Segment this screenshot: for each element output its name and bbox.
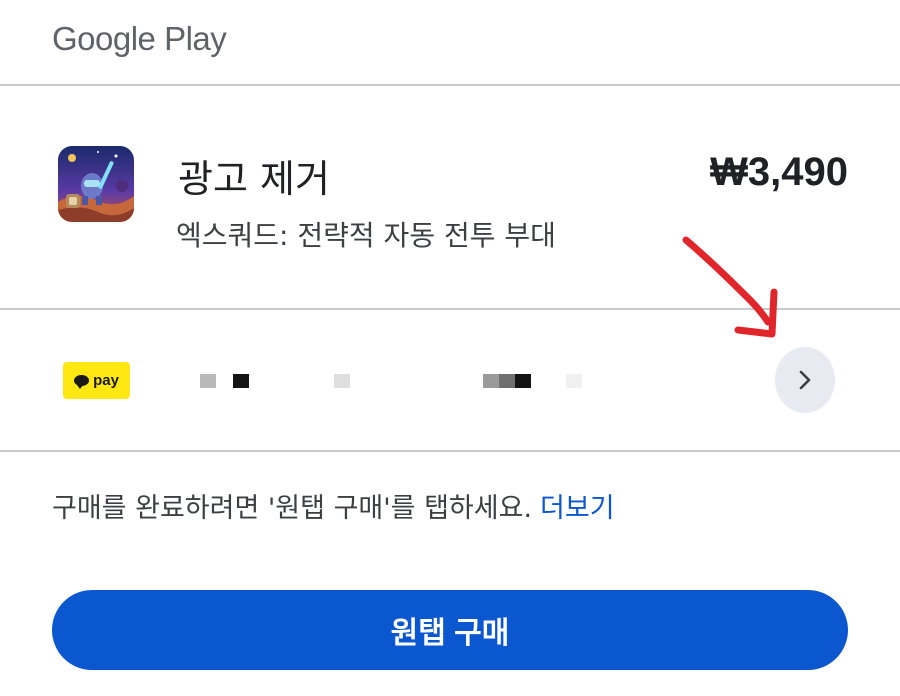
purchase-notice: 구매를 완료하려면 '원탭 구매'를 탭하세요. 더보기 [52,486,615,525]
item-summary: 광고 제거 엑스쿼드: 전략적 자동 전투 부대 ₩3,490 [0,86,900,310]
one-tap-buy-button[interactable]: 원탭 구매 [52,590,848,670]
item-app-name: 엑스쿼드: 전략적 자동 전투 부대 [176,219,556,252]
purchase-dialog: Google Play 광고 제거 엑스쿼드: 전략적 자동 전투 부대 ₩3,… [0,0,900,696]
item-price: ₩3,490 [710,150,848,194]
learn-more-link[interactable]: 더보기 [540,493,615,524]
masked-account-detail [483,374,499,388]
notice-text: 구매를 완료하려면 '원탭 구매'를 탭하세요. [52,493,533,524]
dialog-header: Google Play [0,0,900,86]
chat-bubble-icon [74,375,90,389]
masked-account-detail [566,374,582,388]
kakao-pay-icon: pay [63,362,130,399]
masked-account-detail [499,374,515,388]
item-title: 광고 제거 [178,157,330,201]
masked-account-detail [233,374,249,388]
google-play-logo: Google Play [52,20,227,57]
chevron-right-icon [799,370,811,390]
payment-options-button[interactable] [775,347,835,413]
app-game-icon [58,146,134,222]
masked-account-detail [200,374,216,388]
masked-account-detail [334,374,350,388]
masked-account-detail [515,374,531,388]
payment-method-row[interactable]: pay [0,310,900,452]
payment-method-label: pay [93,372,119,389]
